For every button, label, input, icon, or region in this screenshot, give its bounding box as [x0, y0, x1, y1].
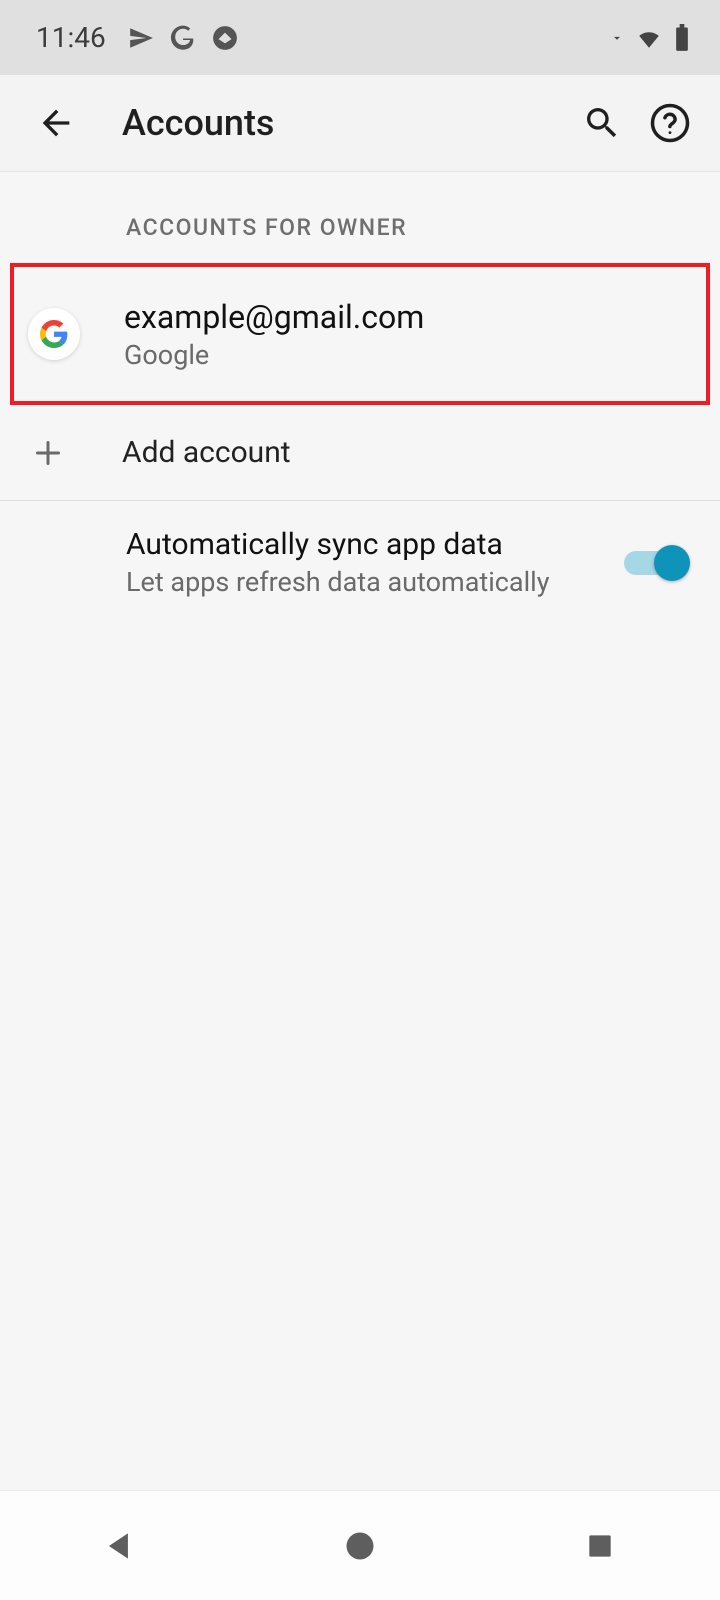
search-button[interactable] — [572, 93, 632, 153]
add-account-label: Add account — [122, 435, 291, 470]
status-notification-icons — [128, 25, 238, 51]
status-right — [610, 24, 690, 52]
account-item-google[interactable]: example@gmail.com Google — [14, 267, 706, 401]
navigation-bar — [0, 1490, 720, 1600]
google-logo-icon — [28, 308, 80, 360]
circle-home-icon — [342, 1528, 378, 1564]
content-area: ACCOUNTS FOR OWNER example@gmail.com Goo… — [0, 172, 720, 624]
wifi-icon — [634, 25, 664, 51]
account-texts: example@gmail.com Google — [124, 297, 424, 371]
plus-icon — [28, 433, 68, 473]
status-left: 11:46 — [36, 21, 238, 54]
nav-home-button[interactable] — [315, 1501, 405, 1591]
account-email: example@gmail.com — [124, 297, 424, 337]
battery-icon — [674, 24, 690, 52]
help-button[interactable] — [640, 93, 700, 153]
arrow-left-icon — [36, 103, 76, 143]
square-recent-icon — [584, 1530, 616, 1562]
send-icon — [128, 25, 154, 51]
auto-sync-item[interactable]: Automatically sync app data Let apps ref… — [0, 501, 720, 624]
toggle-thumb — [654, 545, 690, 581]
section-header-owner: ACCOUNTS FOR OWNER — [0, 172, 720, 263]
help-circle-icon — [649, 102, 691, 144]
auto-sync-toggle[interactable] — [624, 543, 690, 583]
search-icon — [582, 103, 622, 143]
nav-back-button[interactable] — [75, 1501, 165, 1591]
triangle-back-icon — [101, 1527, 139, 1565]
sync-texts: Automatically sync app data Let apps ref… — [126, 527, 624, 598]
dropdown-triangle-icon — [610, 31, 624, 45]
page-title: Accounts — [122, 102, 564, 144]
nav-recent-button[interactable] — [555, 1501, 645, 1591]
sync-subtitle: Let apps refresh data automatically — [126, 566, 624, 598]
status-time: 11:46 — [36, 21, 106, 54]
app-circle-icon — [212, 25, 238, 51]
account-provider: Google — [124, 339, 424, 371]
add-account-item[interactable]: Add account — [0, 405, 720, 501]
sync-title: Automatically sync app data — [126, 527, 624, 562]
back-button[interactable] — [26, 93, 86, 153]
app-bar: Accounts — [0, 75, 720, 172]
highlighted-account-row: example@gmail.com Google — [10, 263, 710, 405]
google-g-icon — [170, 25, 196, 51]
status-bar: 11:46 — [0, 0, 720, 75]
